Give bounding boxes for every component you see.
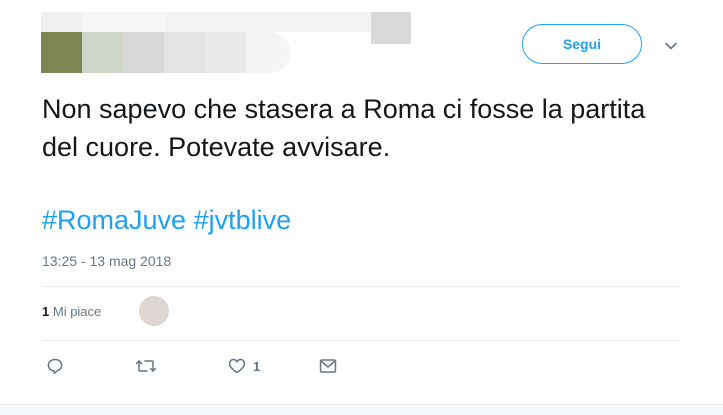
reply-button[interactable] <box>45 356 65 376</box>
blurred-block <box>246 32 290 73</box>
chevron-down-icon[interactable] <box>663 38 679 54</box>
retweet-icon <box>135 356 157 376</box>
envelope-icon <box>318 356 338 376</box>
blurred-block <box>164 32 205 73</box>
blurred-block <box>371 12 411 44</box>
divider <box>42 340 681 341</box>
blurred-block <box>41 12 82 32</box>
retweet-button[interactable] <box>135 356 157 376</box>
heart-icon <box>227 356 247 376</box>
blurred-block <box>205 32 246 73</box>
blurred-block <box>82 12 166 32</box>
like-button[interactable]: 1 <box>227 356 260 376</box>
blurred-block <box>166 12 371 32</box>
hashtag-link[interactable]: #RomaJuve <box>42 205 186 235</box>
blurred-block <box>82 32 123 73</box>
liker-avatar[interactable] <box>137 294 171 328</box>
likes-count: 1 <box>42 304 50 319</box>
reply-icon <box>45 356 65 376</box>
direct-message-button[interactable] <box>318 356 338 376</box>
divider <box>42 286 681 287</box>
tweet-text: Non sapevo che stasera a Roma ci fosse l… <box>42 94 646 162</box>
likes-label: Mi piace <box>52 304 102 319</box>
tweet-timestamp[interactable]: 13:25 - 13 mag 2018 <box>42 253 171 269</box>
hashtag-list: #RomaJuve #jvtblive <box>42 201 291 239</box>
like-count: 1 <box>253 358 261 374</box>
hashtag-link[interactable]: #jvtblive <box>194 205 292 235</box>
blurred-avatar <box>41 32 82 73</box>
tweet-card: Segui Non sapevo che stasera a Roma ci f… <box>0 0 723 415</box>
follow-button[interactable]: Segui <box>522 24 642 64</box>
likes-stat[interactable]: 1 Mi piace <box>42 304 101 319</box>
footer-bar <box>0 404 723 415</box>
blurred-block <box>123 32 164 73</box>
